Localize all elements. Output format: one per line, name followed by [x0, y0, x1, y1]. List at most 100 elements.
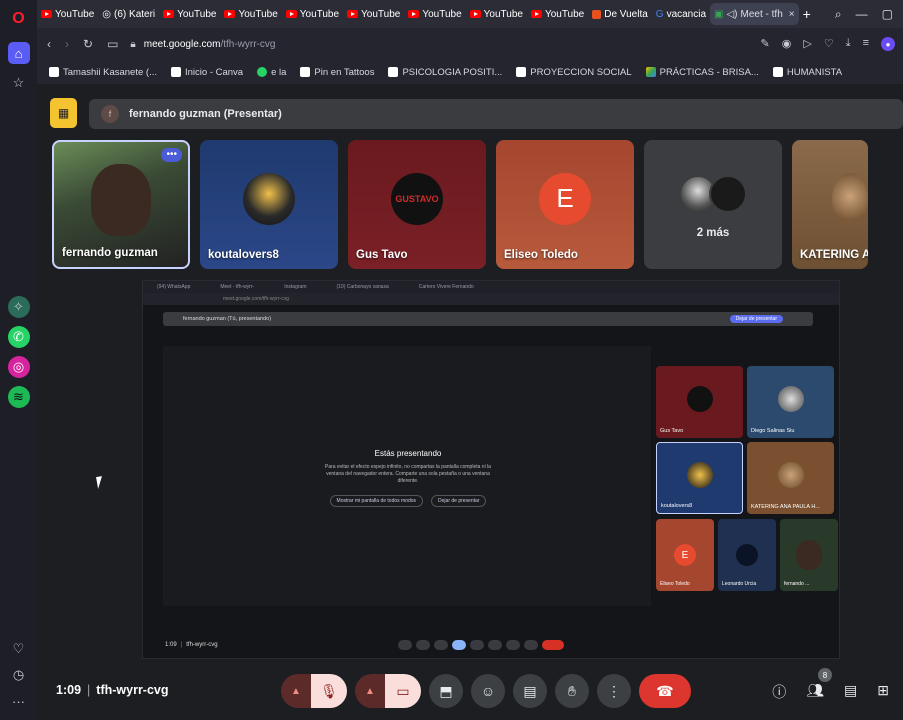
- bookmark[interactable]: PROYECCION SOCIAL: [516, 67, 632, 78]
- info-icon[interactable]: ⓘ: [772, 682, 786, 702]
- back-icon[interactable]: ‹: [47, 37, 51, 51]
- edit-icon[interactable]: ✎: [761, 37, 770, 51]
- video-options-button[interactable]: ▲: [355, 674, 385, 708]
- menu-icon[interactable]: ≡: [863, 37, 869, 51]
- activities-icon[interactable]: ⊞: [877, 682, 889, 702]
- camera-icon[interactable]: ◉: [782, 37, 792, 51]
- heart-icon[interactable]: ♡: [8, 638, 30, 660]
- present-toggle-icon[interactable]: ▦: [50, 98, 77, 128]
- inner-tile: Gus Tavo: [656, 366, 743, 438]
- bookmark[interactable]: Pin en Tattoos: [300, 67, 374, 78]
- url-field[interactable]: 🔒︎ meet.google.com/tfh-wyrr-cvg: [130, 39, 275, 50]
- tab-youtube[interactable]: YouTube: [282, 3, 343, 25]
- bookmark[interactable]: Inicio - Canva: [171, 67, 243, 78]
- inner-tile: KATERING ANA PAULA H...: [747, 442, 834, 514]
- avatar: f: [101, 105, 119, 123]
- chatgpt-icon[interactable]: ✧: [7, 296, 30, 318]
- youtube-icon: [469, 10, 481, 18]
- avatar: E: [539, 172, 591, 225]
- tab-de-vuelta[interactable]: De Vuelta: [588, 3, 652, 25]
- tab-youtube[interactable]: YouTube: [37, 3, 98, 25]
- browser-window: O ⌂ ☆ ✧ ✆ ◎ ≋ ♡ ◷ ··· YouTube ◎ (6) Kater…: [0, 0, 903, 720]
- people-icon[interactable]: 👥︎ 8: [806, 668, 833, 702]
- chat-icon[interactable]: ▤: [844, 682, 857, 702]
- meet-stage: ▦ f fernando guzman (Presentar) ••• fern…: [37, 84, 903, 720]
- maximize-icon[interactable]: ▢: [882, 7, 893, 22]
- bookmark[interactable]: HUMANISTA: [772, 67, 842, 78]
- tab-youtube[interactable]: YouTube: [159, 3, 220, 25]
- participant-strip: ••• fernando guzman koutalovers8 GUSTAVO…: [52, 140, 868, 269]
- tab-snapshot-icon[interactable]: ▭: [107, 37, 118, 51]
- inner-tile: Diego Salinas Siu: [747, 366, 834, 438]
- youtube-icon: [163, 10, 175, 18]
- inner-tile: fernando ...: [780, 519, 838, 591]
- address-bar: ‹ › ↻ ▭ 🔒︎ meet.google.com/tfh-wyrr-cvg …: [37, 28, 903, 60]
- tab-youtube[interactable]: YouTube: [527, 3, 588, 25]
- tab-youtube[interactable]: YouTube: [220, 3, 281, 25]
- audio-options-button[interactable]: ▲: [281, 674, 311, 708]
- camera-toggle-button[interactable]: ▭: [385, 674, 421, 708]
- profile-icon[interactable]: ●: [881, 37, 895, 51]
- inner-tile: koutalovers8: [656, 442, 743, 514]
- more-icon[interactable]: ···: [8, 690, 30, 712]
- more-options-button[interactable]: •••: [161, 148, 182, 162]
- forward-icon[interactable]: ›: [65, 37, 69, 51]
- heart-icon[interactable]: ♡: [824, 37, 834, 51]
- tab-youtube[interactable]: YouTube: [404, 3, 465, 25]
- bookmark[interactable]: e la: [257, 67, 286, 78]
- inner-controls: [398, 640, 564, 650]
- search-tabs-icon[interactable]: ⌕: [835, 7, 842, 22]
- play-icon[interactable]: ▷: [803, 37, 811, 51]
- tab-google[interactable]: Gvacancia: [652, 3, 710, 25]
- tab-youtube[interactable]: YouTube: [466, 3, 527, 25]
- bookmark[interactable]: PRÁCTICAS - BRISA...: [645, 67, 759, 78]
- minimize-icon[interactable]: —: [856, 7, 868, 22]
- tab-bar: YouTube ◎ (6) Kateri YouTube YouTube YouT…: [37, 0, 903, 28]
- avatar: E: [674, 544, 696, 566]
- star-icon[interactable]: ☆: [8, 72, 30, 94]
- participant-tile[interactable]: KATERING ANA PA...: [792, 140, 868, 269]
- more-participants-tile[interactable]: 2 más: [644, 140, 782, 269]
- download-icon[interactable]: ⤓: [846, 37, 851, 51]
- bookmark[interactable]: PSICOLOGIA POSITI...: [388, 67, 502, 78]
- youtube-icon: [530, 10, 542, 18]
- home-icon[interactable]: ⌂: [7, 42, 30, 64]
- youtube-icon: [285, 10, 297, 18]
- captions-button[interactable]: ▤: [513, 674, 547, 708]
- participant-tile[interactable]: ••• fernando guzman: [52, 140, 190, 269]
- camera-control: ▲ ▭: [355, 674, 421, 708]
- participant-tile[interactable]: koutalovers8: [200, 140, 338, 269]
- inner-presenter-banner: fernando guzman (Tú, presentando) Dejar …: [163, 312, 813, 326]
- whatsapp-icon: [257, 67, 268, 77]
- microphone-toggle-button[interactable]: 🎙︎: [311, 674, 347, 708]
- side-panel-controls: ⓘ 👥︎ 8 ▤ ⊞: [772, 668, 889, 702]
- present-screen-button[interactable]: ⬒: [429, 674, 463, 708]
- tab-youtube[interactable]: YouTube: [343, 3, 404, 25]
- avatar: [709, 174, 747, 213]
- instagram-icon[interactable]: ◎: [7, 356, 30, 378]
- bookmark[interactable]: Tamashii Kasanete (...: [49, 67, 157, 78]
- inner-tab-bar: (94) WhatsApp Meet - tfh-wyrr- Instagram…: [143, 281, 839, 293]
- avatar: [686, 386, 713, 412]
- avatar-stack: [679, 174, 747, 213]
- close-tab-icon[interactable]: ×: [789, 9, 795, 20]
- youtube-icon: [347, 10, 359, 18]
- leave-call-button[interactable]: ☎︎: [639, 674, 691, 708]
- more-options-button[interactable]: ⋮: [597, 674, 631, 708]
- opera-logo-icon[interactable]: O: [8, 8, 30, 30]
- raise-hand-button[interactable]: ✋︎: [555, 674, 589, 708]
- whatsapp-icon[interactable]: ✆: [7, 326, 30, 348]
- shared-screen: (94) WhatsApp Meet - tfh-wyrr- Instagram…: [142, 280, 840, 659]
- spotify-icon[interactable]: ≋: [7, 386, 30, 408]
- new-tab-button[interactable]: +: [799, 3, 815, 25]
- bookmarks-bar: Tamashii Kasanete (... Inicio - Canva e …: [37, 60, 903, 84]
- tab-instagram[interactable]: ◎ (6) Kateri: [98, 3, 159, 25]
- participant-tile[interactable]: E Eliseo Toledo: [496, 140, 634, 269]
- tab-meet[interactable]: ▣ ◁) Meet - tfh ×: [710, 3, 799, 25]
- participant-tile[interactable]: GUSTAVO Gus Tavo: [348, 140, 486, 269]
- stop-presenting-button: Dejar de presentar: [431, 495, 487, 507]
- reload-icon[interactable]: ↻: [83, 37, 93, 51]
- page-icon: [516, 67, 527, 77]
- emoji-reaction-button[interactable]: ☺: [471, 674, 505, 708]
- history-icon[interactable]: ◷: [8, 664, 30, 686]
